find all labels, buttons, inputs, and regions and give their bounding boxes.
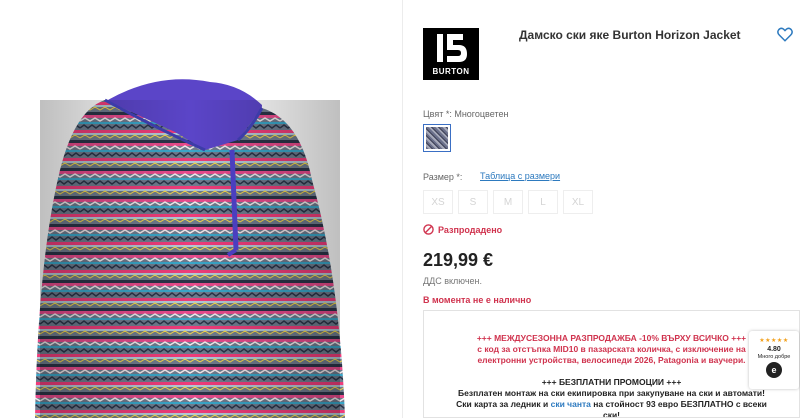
product-details-panel: BURTON Дамско ски яке Burton Horizon Jac…	[403, 0, 800, 418]
rating-score: 4.80	[767, 346, 781, 353]
promo-line-ski-bag: Ски карта за ледник и ски чанта на стойн…	[424, 399, 799, 410]
vat-note: ДДС включен.	[423, 276, 482, 286]
brand-logo[interactable]: BURTON	[423, 28, 479, 80]
rating-text: Много добре	[757, 354, 791, 360]
brand-logo-text: BURTON	[432, 67, 470, 76]
soldout-status: Разпродадено	[423, 224, 502, 235]
size-option-xs[interactable]: XS	[423, 190, 453, 214]
size-label: Размер *:	[423, 172, 463, 182]
rating-stars: ★★★★★	[759, 338, 789, 344]
promo-line-ski: ски!	[602, 410, 621, 418]
product-price: 219,99 €	[423, 250, 494, 270]
ski-bag-link[interactable]: ски чанта	[551, 399, 591, 409]
product-title: Дамско ски яке Burton Horizon Jacket	[519, 28, 741, 42]
trust-logo-icon: e	[766, 362, 782, 378]
size-option-l[interactable]: L	[528, 190, 558, 214]
promo-line-free-header: +++ БЕЗПЛАТНИ ПРОМОЦИИ +++	[541, 377, 682, 387]
soldout-label: Разпродадено	[438, 224, 503, 235]
size-option-s[interactable]: S	[458, 190, 488, 214]
no-entry-icon	[423, 224, 434, 235]
promo-ski-pass-text: Ски карта за ледник и	[456, 399, 549, 409]
burton-logo-icon	[437, 34, 467, 62]
promo-line-exclusions: електронни устройства, велосипеди 2026, …	[477, 355, 746, 365]
promo-line-code: с код за отстъпка MID10 в пазарската кол…	[477, 344, 746, 354]
size-option-m[interactable]: M	[493, 190, 523, 214]
size-options: XS S M L XL	[423, 190, 593, 214]
swatch-thumbnail	[426, 127, 448, 149]
color-swatch-multicolor[interactable]	[423, 124, 451, 152]
rating-badge[interactable]: ★★★★★ 4.80 Много добре e	[749, 331, 799, 389]
color-label: Цвят *: Многоцветен	[423, 109, 509, 119]
size-chart-link[interactable]: Таблица с размери	[480, 171, 560, 181]
promo-box: +++ МЕЖДУСЕЗОННА РАЗПРОДАЖБА -10% ВЪРХУ …	[423, 310, 800, 418]
product-image[interactable]	[0, 0, 402, 418]
heart-icon[interactable]	[776, 25, 794, 43]
size-option-xl[interactable]: XL	[563, 190, 593, 214]
promo-line-sale: +++ МЕЖДУСЕЗОННА РАЗПРОДАЖБА -10% ВЪРХУ …	[476, 333, 747, 343]
availability-status: В момента не е налично	[423, 295, 532, 305]
product-image-gallery[interactable]	[0, 0, 402, 418]
promo-line-free-mounting: Безплатен монтаж на ски екипировка при з…	[458, 388, 765, 398]
promo-ski-bag-text: на стойност 93 евро БЕЗПЛАТНО с всеки	[593, 399, 767, 409]
